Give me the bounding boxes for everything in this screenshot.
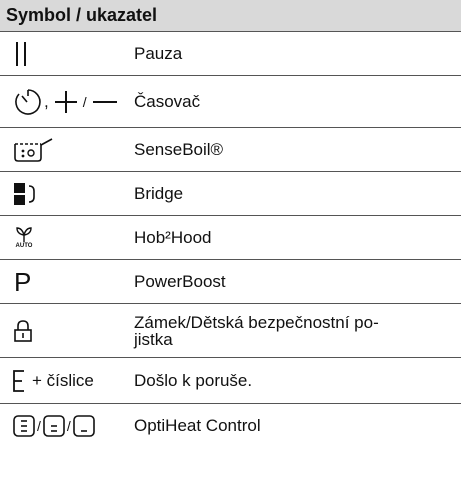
description: Zámek/Dětská bezpečnostní po- jistka — [134, 312, 379, 349]
table-row-bridge: Bridge — [0, 172, 461, 216]
table-row-pause: Pauza — [0, 32, 461, 76]
table-row-powerboost: P PowerBoost — [0, 260, 461, 304]
description: PowerBoost — [134, 272, 226, 291]
symbol-cell: , / — [0, 86, 134, 118]
table-row-senseboil: SenseBoil® — [0, 128, 461, 172]
symbol-cell: / / — [0, 414, 134, 438]
symbol-table: Symbol / ukazatel Pauza , / Časovač Sens… — [0, 0, 461, 447]
symbol-cell: P — [0, 269, 134, 295]
description: SenseBoil® — [134, 140, 224, 159]
symbol-cell — [0, 136, 134, 164]
error-e-icon — [12, 369, 26, 393]
table-row-error: + číslice Došlo k poruše. — [0, 358, 461, 404]
senseboil-icon — [12, 136, 56, 164]
description: OptiHeat Control — [134, 416, 261, 435]
minus-icon — [91, 89, 119, 115]
powerboost-icon: P — [14, 266, 32, 297]
description: Došlo k poruše. — [134, 371, 253, 390]
optiheat-medium-icon — [42, 414, 66, 438]
description: Časovač — [134, 92, 201, 111]
symbol-separator: / — [66, 417, 71, 434]
description: Bridge — [134, 184, 184, 203]
pause-icon — [12, 40, 32, 68]
description: Hob²Hood — [134, 228, 212, 247]
symbol-cell — [0, 319, 134, 343]
symbol-cell: AUTO — [0, 225, 134, 250]
timer-icon — [12, 86, 44, 118]
symbol-separator: / — [82, 93, 87, 110]
table-row-timer: , / Časovač — [0, 76, 461, 128]
fan-auto-icon: AUTO — [12, 225, 36, 250]
lock-icon — [12, 319, 34, 343]
symbol-cell — [0, 181, 134, 207]
optiheat-high-icon — [12, 414, 36, 438]
optiheat-low-icon — [72, 414, 96, 438]
symbol-comma: , — [44, 91, 49, 111]
plus-icon — [53, 89, 79, 115]
header-title: Symbol / ukazatel — [6, 5, 158, 25]
error-suffix: + číslice — [32, 370, 94, 390]
table-header: Symbol / ukazatel — [0, 0, 461, 32]
table-row-hob2hood: AUTO Hob²Hood — [0, 216, 461, 260]
bridge-icon — [12, 181, 38, 207]
auto-label: AUTO — [15, 243, 33, 249]
table-row-lock: Zámek/Dětská bezpečnostní po- jistka — [0, 304, 461, 358]
table-row-optiheat: / / OptiHeat Control — [0, 404, 461, 447]
symbol-separator: / — [37, 417, 41, 434]
description: Pauza — [134, 44, 183, 63]
symbol-cell — [0, 40, 134, 68]
symbol-cell: + číslice — [0, 369, 134, 393]
